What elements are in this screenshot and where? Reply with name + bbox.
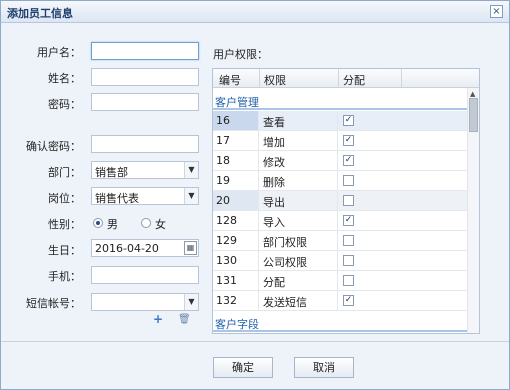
dialog-footer: 确定 取消 xyxy=(1,341,509,389)
chevron-down-icon[interactable]: ▼ xyxy=(184,188,198,204)
table-row[interactable]: 131 分配 xyxy=(213,271,467,291)
row-permission: 删除 xyxy=(260,171,338,190)
gender-female-radio[interactable] xyxy=(141,218,151,228)
column-divider xyxy=(259,69,260,87)
assign-checkbox[interactable] xyxy=(343,235,354,246)
department-label: 部门： xyxy=(48,166,81,179)
table-row[interactable]: 19 删除 xyxy=(213,171,467,191)
row-permission: 查看 xyxy=(260,111,338,130)
password-label: 密码： xyxy=(48,98,81,111)
ok-button[interactable]: 确定 xyxy=(213,357,273,378)
assign-checkbox[interactable] xyxy=(343,195,354,206)
row-id: 131 xyxy=(213,271,259,290)
column-header-assign: 分配 xyxy=(343,74,365,87)
username-label: 用户名： xyxy=(37,46,81,59)
permissions-title: 用户权限： xyxy=(213,48,268,61)
row-id: 19 xyxy=(213,171,259,190)
sms-account-label: 短信帐号： xyxy=(26,297,81,310)
assign-checkbox[interactable] xyxy=(343,255,354,266)
dialog-titlebar: 添加员工信息 × xyxy=(1,1,509,23)
assign-checkbox[interactable]: ✓ xyxy=(343,115,354,126)
password-input[interactable] xyxy=(91,93,199,111)
row-permission: 增加 xyxy=(260,131,338,150)
group-customer-management[interactable]: 客户管理 xyxy=(213,90,467,110)
trash-icon[interactable]: 🗑 xyxy=(178,314,191,325)
dialog-title: 添加员工信息 xyxy=(7,7,73,20)
close-icon[interactable]: × xyxy=(490,5,503,18)
gender-label: 性别： xyxy=(48,218,81,231)
confirm-password-label: 确认密码： xyxy=(26,140,81,153)
phone-input[interactable] xyxy=(91,266,199,284)
row-id: 132 xyxy=(213,291,259,310)
department-value: 销售部 xyxy=(95,166,128,179)
row-id: 128 xyxy=(213,211,259,230)
table-row[interactable]: 16 查看 ✓ xyxy=(213,111,467,131)
add-icon[interactable]: + xyxy=(153,312,163,326)
username-input[interactable] xyxy=(91,42,199,60)
cancel-button[interactable]: 取消 xyxy=(294,357,354,378)
grid-header: 编号 权限 分配 xyxy=(213,69,479,88)
position-value: 销售代表 xyxy=(95,192,139,205)
name-input[interactable] xyxy=(91,68,199,86)
table-row[interactable]: 17 增加 ✓ xyxy=(213,131,467,151)
table-row[interactable]: 132 发送短信 ✓ xyxy=(213,291,467,311)
department-select[interactable]: 销售部 ▼ xyxy=(91,161,199,179)
assign-checkbox[interactable]: ✓ xyxy=(343,155,354,166)
scroll-up-icon[interactable]: ▲ xyxy=(470,90,475,98)
row-id: 130 xyxy=(213,251,259,270)
row-permission: 发送短信 xyxy=(260,291,338,310)
row-id: 20 xyxy=(213,191,259,210)
gender-male-label: 男 xyxy=(107,218,118,231)
birthday-label: 生日： xyxy=(48,244,81,257)
row-id: 16 xyxy=(213,111,259,130)
row-id: 18 xyxy=(213,151,259,170)
group-customer-fields[interactable]: 客户字段 xyxy=(213,312,467,332)
name-label: 姓名： xyxy=(48,72,81,85)
row-permission: 分配 xyxy=(260,271,338,290)
column-header-id: 编号 xyxy=(219,74,241,87)
row-id: 17 xyxy=(213,131,259,150)
gender-radio-group: 男 女 xyxy=(93,218,203,232)
chevron-down-icon[interactable]: ▼ xyxy=(184,162,198,178)
scrollbar-thumb[interactable] xyxy=(469,98,478,132)
gender-male-radio[interactable] xyxy=(93,218,103,228)
grid-scrollbar[interactable]: ▲ xyxy=(467,88,479,333)
birthday-value: 2016-04-20 xyxy=(95,242,159,255)
row-permission: 导出 xyxy=(260,191,338,210)
assign-checkbox[interactable]: ✓ xyxy=(343,295,354,306)
position-select[interactable]: 销售代表 ▼ xyxy=(91,187,199,205)
chevron-down-icon[interactable]: ▼ xyxy=(184,294,198,310)
row-permission: 导入 xyxy=(260,211,338,230)
gender-female-label: 女 xyxy=(155,218,166,231)
table-row[interactable]: 18 修改 ✓ xyxy=(213,151,467,171)
assign-checkbox[interactable]: ✓ xyxy=(343,135,354,146)
column-header-permission: 权限 xyxy=(264,74,286,87)
sms-account-select[interactable]: ▼ xyxy=(91,293,199,311)
row-permission: 修改 xyxy=(260,151,338,170)
row-permission: 公司权限 xyxy=(260,251,338,270)
table-row[interactable]: 128 导入 ✓ xyxy=(213,211,467,231)
permissions-grid: 编号 权限 分配 客户管理 16 查看 ✓ 17 增加 ✓ 18 修改 ✓ 19… xyxy=(212,68,480,334)
table-row[interactable]: 129 部门权限 xyxy=(213,231,467,251)
confirm-password-input[interactable] xyxy=(91,135,199,153)
assign-checkbox[interactable]: ✓ xyxy=(343,215,354,226)
position-label: 岗位： xyxy=(48,192,81,205)
calendar-icon[interactable]: ▦ xyxy=(184,241,197,255)
assign-checkbox[interactable] xyxy=(343,275,354,286)
column-divider xyxy=(401,69,402,87)
row-id: 129 xyxy=(213,231,259,250)
assign-checkbox[interactable] xyxy=(343,175,354,186)
birthday-input[interactable]: 2016-04-20 ▦ xyxy=(91,239,199,257)
table-row[interactable]: 20 导出 xyxy=(213,191,467,211)
table-row[interactable]: 130 公司权限 xyxy=(213,251,467,271)
add-employee-dialog: 添加员工信息 × 用户名： 姓名： 密码： 确认密码： 部门： 销售部 ▼ 岗位… xyxy=(0,0,510,390)
row-permission: 部门权限 xyxy=(260,231,338,250)
column-divider xyxy=(338,69,339,87)
phone-label: 手机： xyxy=(48,270,81,283)
